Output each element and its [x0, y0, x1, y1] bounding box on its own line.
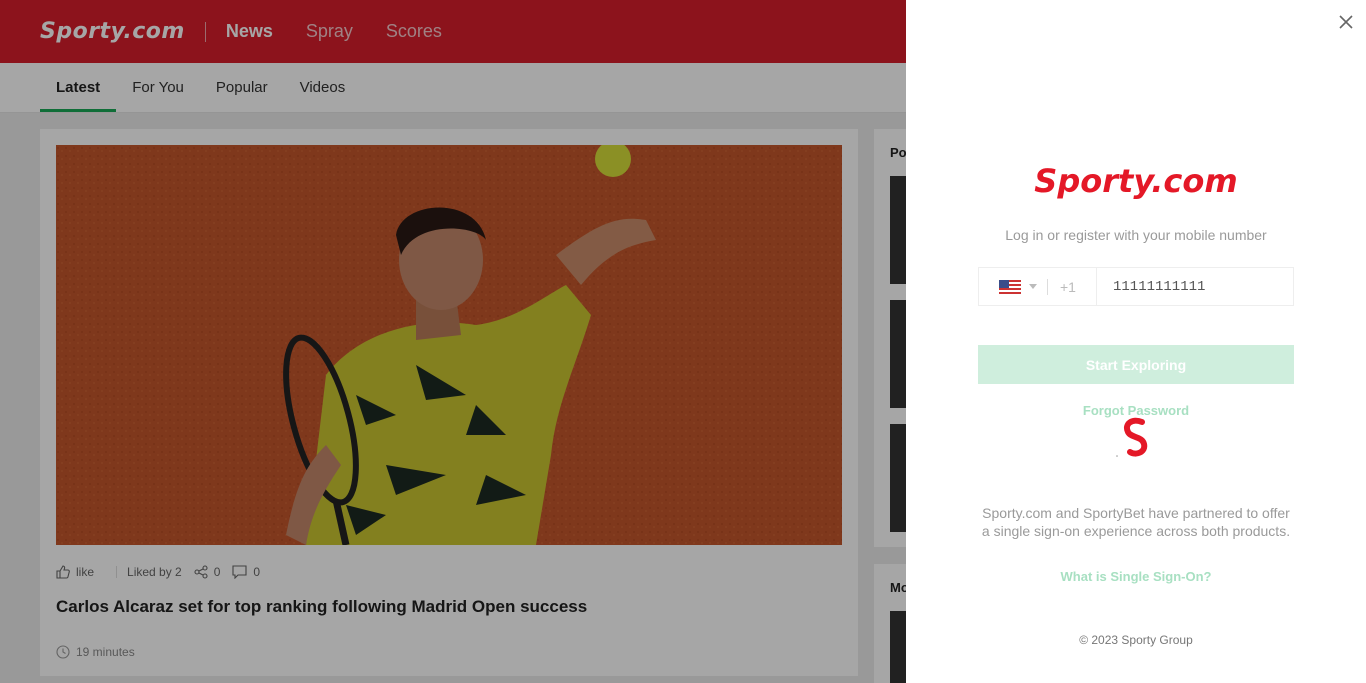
close-icon[interactable]	[1336, 12, 1356, 32]
login-subtitle: Log in or register with your mobile numb…	[1005, 227, 1267, 243]
sso-description: Sporty.com and SportyBet have partnered …	[981, 505, 1291, 539]
modal-overlay[interactable]	[0, 0, 906, 683]
chevron-down-icon	[1029, 284, 1037, 289]
loading-spinner-icon	[1116, 417, 1148, 457]
sso-info-link[interactable]: What is Single Sign-On?	[906, 569, 1366, 584]
phone-field: +1	[978, 267, 1294, 306]
copyright-text: © 2023 Sporty Group	[1079, 633, 1193, 647]
country-divider	[1047, 278, 1048, 295]
login-logo: Sporty.com	[1034, 162, 1238, 200]
phone-input[interactable]	[1097, 268, 1293, 305]
us-flag-icon	[999, 279, 1021, 294]
country-selector[interactable]: +1	[979, 268, 1097, 305]
login-panel: Sporty.com Log in or register with your …	[906, 0, 1366, 683]
start-exploring-button[interactable]: Start Exploring	[978, 345, 1294, 384]
country-code: +1	[1060, 278, 1076, 295]
